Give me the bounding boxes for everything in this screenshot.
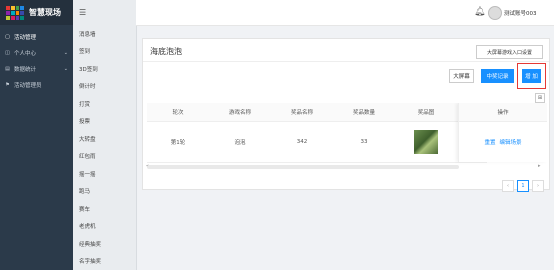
- scroll-right-icon[interactable]: ▸: [538, 163, 541, 169]
- topbar: 🔔︎ 测试账号003: [136, 0, 554, 26]
- sidebar-item-activity[interactable]: ▢ 活动管理: [0, 29, 73, 45]
- subnav-item[interactable]: 3D签到: [73, 60, 136, 78]
- divider: [143, 61, 549, 62]
- bell-icon[interactable]: 🔔︎: [474, 7, 485, 17]
- logo-tile: [10, 10, 15, 15]
- subnav-item[interactable]: 经典抽奖: [73, 235, 136, 253]
- subnav: ☰ 消息墙 签到 3D签到 倒计时 打赏 投票 大转盘 红包雨 摇一摇 跑马 赛车 老虎机 经典抽奖 名字…: [73, 0, 137, 270]
- prize-image-cell: [395, 122, 457, 162]
- column-settings-icon[interactable]: ⊞: [535, 93, 545, 103]
- subnav-item[interactable]: 大转盘: [73, 130, 136, 148]
- table-row: 第1轮 泡泡 342 33 20: [147, 122, 487, 163]
- sidebar-item-stats[interactable]: ▤ 数据统计 ⌄: [0, 61, 73, 77]
- header-cell: 奖品数量: [352, 110, 375, 116]
- logo-tile: [20, 15, 24, 20]
- logo-tile: [20, 5, 24, 10]
- table-header: 轮次 游戏名称 奖品名称 奖品数量 奖品图 2: [147, 103, 487, 122]
- logo-tile: [6, 10, 10, 15]
- avatar[interactable]: [488, 6, 502, 20]
- sidebar-item-admin[interactable]: ⚑ 活动管理员: [0, 77, 73, 93]
- logo-tile: [15, 5, 20, 10]
- logo-tile: [20, 10, 24, 15]
- next-page-button[interactable]: ›: [532, 180, 544, 192]
- logo-tile: [6, 15, 10, 20]
- app-logo: 智慧现场: [0, 0, 73, 25]
- prize-name-cell: 342: [296, 139, 308, 145]
- sidebar: 智慧现场 ▢ 活动管理 ◫ 个人中心 ⌄ ▤ 数据统计 ⌄ ⚑ 活动管理员: [0, 0, 73, 270]
- data-table: 轮次 游戏名称 奖品名称 奖品数量 奖品图 2 第1轮 泡泡 342 33 20…: [147, 103, 547, 169]
- sidebar-item-label: 活动管理: [14, 35, 37, 41]
- admin-icon: ⚑: [5, 82, 10, 88]
- edit-scene-link[interactable]: 编辑场景: [500, 138, 522, 146]
- header-cell: 轮次: [172, 110, 184, 116]
- sidebar-item-profile[interactable]: ◫ 个人中心 ⌄: [0, 45, 73, 61]
- header-cell: 游戏名称: [228, 110, 251, 116]
- subnav-item[interactable]: 消息墙: [73, 25, 136, 43]
- logo-tile: [15, 15, 20, 20]
- screen-entry-settings-button[interactable]: 大屏幕游戏入口设置: [476, 45, 543, 59]
- logo-tile: [10, 5, 15, 10]
- prize-count-cell: 33: [360, 139, 368, 145]
- subnav-item[interactable]: 摇一摇: [73, 165, 136, 183]
- sidebar-item-label: 个人中心: [14, 51, 37, 57]
- subnav-item[interactable]: 投票: [73, 113, 136, 131]
- logo-mark-icon: [6, 5, 24, 20]
- logo-tile: [10, 15, 15, 20]
- subnav-item[interactable]: 赛车: [73, 200, 136, 218]
- content-panel: 海底泡泡 大屏幕游戏入口设置 大屏幕 中奖记录 增 加 ⊞ 轮次 游戏名称 奖品…: [142, 38, 550, 192]
- header-cell: 奖品图: [417, 110, 435, 116]
- header-cell: 奖品名称: [290, 110, 313, 116]
- subnav-item[interactable]: 跑马: [73, 183, 136, 201]
- subnav-item[interactable]: 老虎机: [73, 218, 136, 236]
- reset-link[interactable]: 重置: [484, 138, 495, 146]
- sidebar-item-label: 数据统计: [14, 67, 37, 73]
- app-title: 智慧现场: [29, 8, 61, 17]
- doc-icon: ▢: [5, 34, 10, 40]
- horizontal-scrollbar[interactable]: [147, 165, 459, 169]
- logo-tile: [6, 5, 10, 10]
- username[interactable]: 测试账号003: [504, 9, 537, 17]
- game-name-cell: 泡泡: [234, 140, 246, 146]
- chart-icon: ▤: [5, 66, 10, 72]
- chevron-down-icon: ⌄: [63, 66, 68, 72]
- page-number-button[interactable]: 1: [517, 180, 529, 192]
- add-button-highlight: 增 加: [517, 63, 546, 89]
- round-cell: 第1轮: [170, 140, 186, 146]
- subnav-item[interactable]: 签到: [73, 43, 136, 61]
- page-title: 海底泡泡: [150, 47, 182, 56]
- prize-record-button[interactable]: 中奖记录: [481, 69, 514, 83]
- prize-image[interactable]: [414, 130, 438, 154]
- subnav-item[interactable]: 打赏: [73, 95, 136, 113]
- subnav-item[interactable]: 名字抽奖: [73, 253, 136, 270]
- ops-header: 操作: [459, 103, 547, 122]
- subnav-item[interactable]: 红包雨: [73, 148, 136, 166]
- big-screen-button[interactable]: 大屏幕: [449, 69, 474, 83]
- sidebar-item-label: 活动管理员: [14, 83, 42, 89]
- chevron-down-icon: ⌄: [63, 50, 68, 56]
- prev-page-button[interactable]: ‹: [502, 180, 514, 192]
- subnav-item[interactable]: 倒计时: [73, 78, 136, 96]
- pagination: ‹ 1 ›: [502, 180, 544, 192]
- ops-column: 操作 重置 编辑场景: [458, 103, 547, 162]
- add-button[interactable]: 增 加: [522, 69, 541, 83]
- person-icon: ◫: [5, 50, 10, 56]
- logo-tile: [15, 10, 20, 15]
- hamburger-menu-icon[interactable]: ☰: [73, 0, 136, 25]
